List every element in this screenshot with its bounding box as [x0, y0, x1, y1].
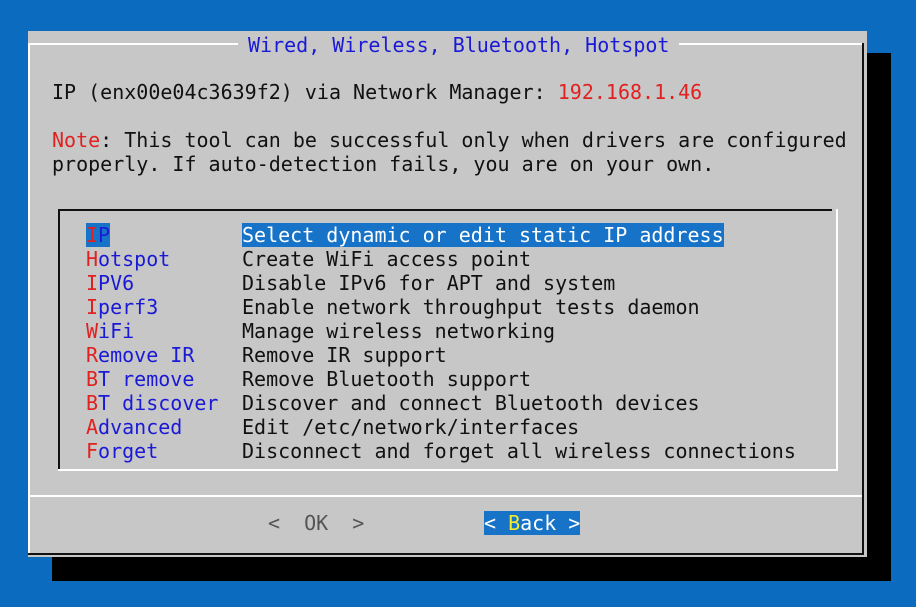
menu-item-hotkey: I	[86, 223, 99, 247]
menu-item-description: Edit /etc/network/interfaces	[242, 415, 580, 439]
menu-item-tag: Hotspot	[86, 247, 170, 271]
menu-item-tag: Iperf3	[86, 295, 158, 319]
menu-item-description: Disconnect and forget all wireless conne…	[242, 439, 796, 463]
menu-item-tag-rest: otspot	[98, 247, 171, 271]
menu-item-hotkey: A	[86, 415, 99, 439]
note-line-1: Note: This tool can be successful only w…	[52, 128, 847, 152]
menu-item-hotkey: F	[86, 439, 99, 463]
menu-item-tag: BT remove	[86, 367, 194, 391]
network-dialog: Wired, Wireless, Bluetooth, Hotspot IP (…	[28, 31, 867, 557]
menu-item-tag-rest: dvanced	[98, 415, 183, 439]
back-button-hotkey: B	[508, 511, 521, 535]
menu-item-tag: BT discover	[86, 391, 218, 415]
menu-frame-right	[836, 209, 838, 471]
menu-item-tag-rest: T discover	[98, 391, 219, 415]
menu-item-description: Discover and connect Bluetooth devices	[242, 391, 700, 415]
menu-item-description: Enable network throughput tests daemon	[242, 295, 700, 319]
menu-item-tag-rest: T remove	[98, 367, 195, 391]
menu-item[interactable]: Iperf3 Enable network throughput tests da…	[86, 295, 826, 319]
menu-item-description: Select dynamic or edit static IP address	[242, 223, 724, 247]
note-text-1: : This tool can be successful only when …	[100, 128, 847, 152]
menu-item-description: Remove IR support	[242, 343, 447, 367]
menu-item[interactable]: BT discover Discover and connect Bluetoot…	[86, 391, 826, 415]
menu-item-description: Disable IPv6 for APT and system	[242, 271, 616, 295]
menu-item[interactable]: Forget Disconnect and forget all wireless…	[86, 439, 826, 463]
menu-item-hotkey: R	[86, 343, 99, 367]
menu-item[interactable]: Remove IR Remove IR support	[86, 343, 826, 367]
menu-item-hotkey: B	[86, 391, 99, 415]
ip-info-label: IP (enx00e04c3639f2) via Network Manager…	[52, 80, 558, 104]
dialog-title: Wired, Wireless, Bluetooth, Hotspot	[238, 33, 680, 57]
menu-frame-top	[58, 209, 832, 211]
menu-item-tag: WiFi	[86, 319, 134, 343]
menu-item-tag: IP	[86, 223, 111, 247]
menu-item[interactable]: Hotspot Create WiFi access point	[86, 247, 826, 271]
ip-info-line: IP (enx00e04c3639f2) via Network Manager…	[52, 80, 702, 104]
menu-item[interactable]: Advanced Edit /etc/network/interfaces	[86, 415, 826, 439]
menu-frame-left	[58, 209, 60, 471]
menu-item-description: Remove Bluetooth support	[242, 367, 531, 391]
menu-item-hotkey: W	[86, 319, 99, 343]
menu-item-description: Create WiFi access point	[242, 247, 531, 271]
ok-button[interactable]: < OK >	[268, 511, 364, 535]
menu-frame-bottom	[58, 469, 838, 471]
menu-item-tag-rest: orget	[98, 439, 159, 463]
note-label: Note	[52, 128, 101, 152]
menu-item[interactable]: BT remove Remove Bluetooth support	[86, 367, 826, 391]
menu-item-tag: Advanced	[86, 415, 182, 439]
note-line-2: properly. If auto-detection fails, you a…	[52, 152, 715, 176]
back-button[interactable]: < Back >	[484, 511, 581, 535]
menu-item-tag-rest: P	[98, 223, 111, 247]
menu-list: IP Select dynamic or edit static IP addre…	[58, 209, 838, 471]
menu-item-description: Manage wireless networking	[242, 319, 556, 343]
menu-item-hotkey: B	[86, 367, 99, 391]
menu-item[interactable]: IPV6 Disable IPv6 for APT and system	[86, 271, 826, 295]
ip-address: 192.168.1.46	[557, 80, 703, 104]
menu-item[interactable]: IP Select dynamic or edit static IP addre…	[86, 223, 826, 247]
menu-item[interactable]: WiFi Manage wireless networking	[86, 319, 826, 343]
frame-left	[28, 43, 30, 555]
menu-item-tag-rest: perf3	[98, 295, 159, 319]
menu-item-tag: Forget	[86, 439, 158, 463]
menu-item-hotkey: I	[86, 271, 99, 295]
button-separator	[30, 495, 862, 497]
menu-item-tag: Remove IR	[86, 343, 194, 367]
menu-item-hotkey: I	[86, 295, 99, 319]
menu-item-tag-rest: emove IR	[98, 343, 195, 367]
frame-bottom	[28, 553, 864, 555]
menu-item-hotkey: H	[86, 247, 99, 271]
menu-item-tag: IPV6	[86, 271, 134, 295]
menu-item-tag-rest: PV6	[98, 271, 135, 295]
menu-item-tag-rest: iFi	[98, 319, 135, 343]
frame-right	[862, 43, 864, 555]
back-button-rest: ack >	[520, 511, 581, 535]
back-button-left: <	[484, 511, 509, 535]
